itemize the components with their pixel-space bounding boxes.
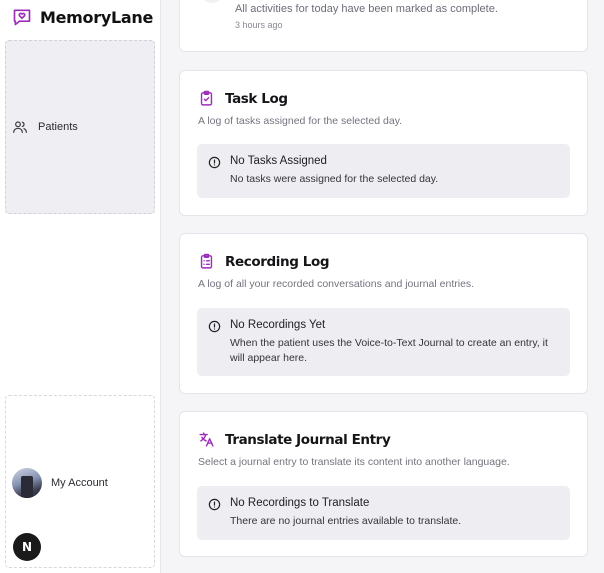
card-title: Recording Log <box>225 253 330 270</box>
users-icon <box>13 121 27 133</box>
notice-title: No Recordings to Translate <box>230 497 370 509</box>
sidebar: MemoryLane Patients My Account N <box>0 0 161 573</box>
translate-journal-card: Translate Journal Entry Select a journal… <box>179 411 588 557</box>
brand[interactable]: MemoryLane <box>12 5 153 29</box>
clipboard-list-icon <box>200 253 213 269</box>
card-header: Recording Log <box>198 253 329 270</box>
card-header: Task Log <box>198 90 288 107</box>
avatar <box>12 468 42 498</box>
card-subtitle: Select a journal entry to translate its … <box>198 456 510 468</box>
sidebar-item-label: Patients <box>38 121 78 133</box>
account-label: My Account <box>51 477 108 489</box>
clipboard-check-icon <box>200 90 213 106</box>
card-subtitle: A log of tasks assigned for the selected… <box>198 115 403 127</box>
account-section: My Account N <box>5 395 155 568</box>
card-header: Translate Journal Entry <box>198 431 391 448</box>
activity-text: All activities for today have been marke… <box>235 3 498 15</box>
sidebar-nav: Patients <box>5 40 155 214</box>
card-title: Translate Journal Entry <box>225 431 391 448</box>
activity-time: 3 hours ago <box>235 20 283 30</box>
translate-icon <box>199 432 214 447</box>
main-content: All activities for today have been marke… <box>161 0 604 573</box>
recording-log-card: Recording Log A log of all your recorded… <box>179 233 588 394</box>
badge-letter: N <box>21 540 33 554</box>
brand-name: MemoryLane <box>40 7 153 27</box>
notice-body: No tasks were assigned for the selected … <box>230 173 439 185</box>
next-badge-button[interactable]: N <box>13 533 41 561</box>
sidebar-item-patients[interactable]: Patients <box>12 119 78 135</box>
activity-card: All activities for today have been marke… <box>179 0 588 52</box>
notice-title: No Recordings Yet <box>230 319 326 331</box>
notice-title: No Tasks Assigned <box>230 155 327 167</box>
notice-body: When the patient uses the Voice-to-Text … <box>230 337 548 364</box>
card-subtitle: A log of all your recorded conversations… <box>198 278 475 290</box>
notice-body: There are no journal entries available t… <box>230 515 462 527</box>
alert-circle-icon <box>208 156 221 169</box>
alert-circle-icon <box>208 320 221 333</box>
card-title: Task Log <box>225 90 288 107</box>
alert-circle-icon <box>208 498 221 511</box>
activity-status-icon <box>200 0 224 3</box>
empty-state-notice: No Recordings to Translate There are no … <box>197 486 570 540</box>
heart-message-logo-icon <box>13 9 31 26</box>
empty-state-notice: No Tasks Assigned No tasks were assigned… <box>197 144 570 198</box>
task-log-card: Task Log A log of tasks assigned for the… <box>179 70 588 216</box>
empty-state-notice: No Recordings Yet When the patient uses … <box>197 308 570 376</box>
my-account-link[interactable]: My Account <box>12 468 108 498</box>
